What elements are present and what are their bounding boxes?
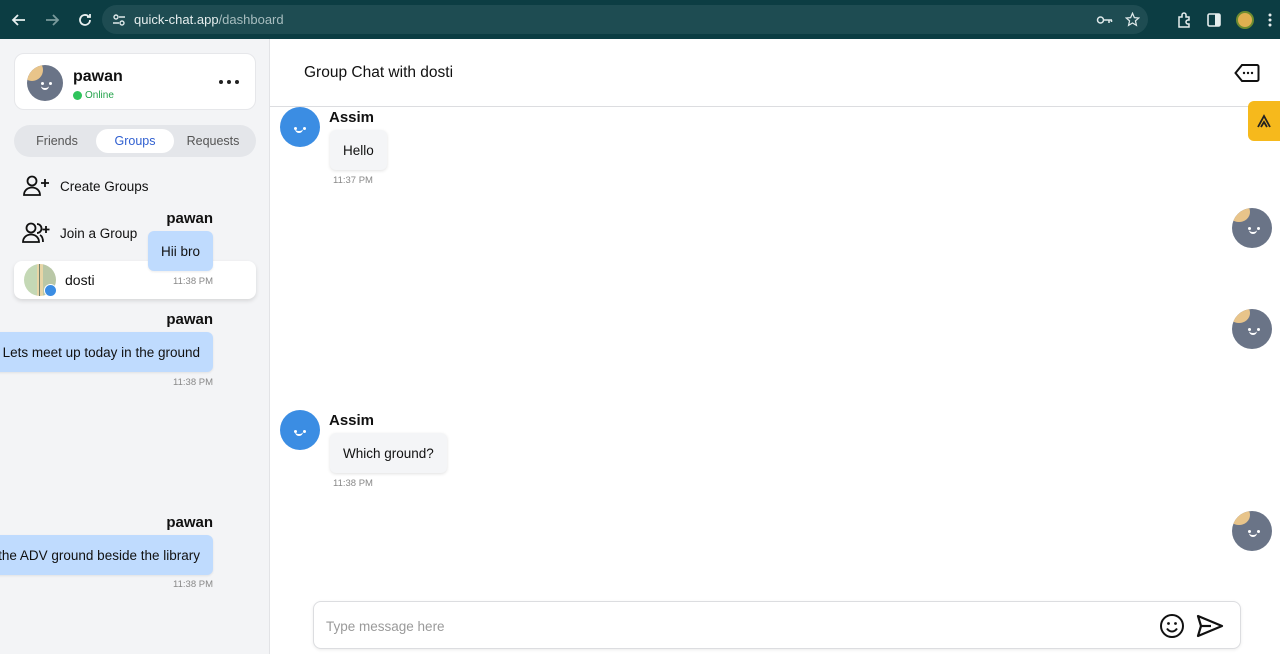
arrow-right-icon: [46, 13, 60, 26]
message-time: 11:37 PM: [333, 175, 373, 186]
dot: [227, 80, 231, 84]
emoji-icon[interactable]: [1159, 613, 1185, 639]
forward-button[interactable]: [37, 5, 67, 35]
message-sender: Assim: [329, 412, 375, 429]
avatar-mouth: [295, 129, 303, 133]
group-name: dosti: [65, 272, 95, 288]
current-user-card: pawan Online: [14, 53, 256, 110]
create-groups-button[interactable]: Create Groups: [22, 175, 149, 197]
site-settings-icon[interactable]: [104, 13, 134, 27]
star-icon[interactable]: [1125, 12, 1140, 27]
key-icon[interactable]: [1096, 14, 1113, 26]
dot: [219, 80, 223, 84]
message-sender: Assim: [329, 109, 375, 126]
group-badge-icon: [44, 284, 57, 297]
dot: [235, 80, 239, 84]
avatar-eye: [303, 430, 306, 433]
avatar-eye: [49, 82, 52, 85]
add-users-icon: [22, 222, 50, 243]
online-dot-icon: [73, 91, 82, 100]
avatar-mouth: [1249, 230, 1257, 234]
avatar-mouth: [1249, 331, 1257, 335]
reload-icon: [79, 13, 91, 26]
more-options-button[interactable]: [219, 74, 239, 90]
message-bubble: Lets meet up today in the ground: [0, 332, 213, 372]
avatar-mouth: [41, 86, 49, 90]
url-text: quick-chat.app/dashboard: [134, 12, 284, 27]
join-group-button[interactable]: Join a Group: [22, 222, 137, 244]
avatar-eye: [41, 82, 44, 85]
message-time: 11:38 PM: [173, 377, 213, 388]
kebab-menu-icon[interactable]: [1268, 12, 1272, 28]
message-input[interactable]: [326, 614, 1146, 638]
create-groups-label: Create Groups: [60, 178, 149, 194]
avatar[interactable]: [27, 65, 63, 101]
tab-groups[interactable]: Groups: [96, 129, 174, 153]
message-composer: [313, 601, 1241, 649]
message-time: 11:38 PM: [173, 276, 213, 287]
message-sender: pawan: [166, 311, 213, 328]
message-sender: pawan: [166, 210, 213, 227]
message-time: 11:38 PM: [173, 579, 213, 590]
back-button[interactable]: [4, 5, 34, 35]
group-avatar-line: [39, 264, 40, 296]
avatar-mouth: [295, 432, 303, 436]
send-icon[interactable]: [1196, 614, 1224, 638]
url-path: /dashboard: [218, 12, 284, 27]
tab-friends[interactable]: Friends: [18, 129, 96, 153]
chevron-up-icon: [1257, 114, 1271, 128]
avatar-eye: [1257, 227, 1260, 230]
avatar-eye: [1257, 530, 1260, 533]
url-host: quick-chat.app: [134, 12, 219, 27]
add-user-icon: [23, 175, 49, 196]
extensions-icon[interactable]: [1176, 11, 1192, 28]
arrow-left-icon: [11, 13, 25, 26]
tab-requests[interactable]: Requests: [174, 129, 252, 153]
group-item-dosti[interactable]: dosti: [14, 261, 256, 299]
avatar: [280, 410, 320, 450]
current-user-name: pawan: [73, 68, 123, 85]
avatar: [1232, 511, 1272, 551]
message-time: 11:38 PM: [333, 478, 373, 489]
message-bubble: In the ADV ground beside the library: [0, 535, 213, 575]
message-bubble: Hii bro: [147, 231, 213, 271]
address-bar[interactable]: quick-chat.app/dashboard: [102, 5, 1148, 34]
online-status: Online: [73, 90, 114, 101]
message-bubble: Which ground?: [330, 433, 447, 473]
message-bubble: Hello: [330, 130, 387, 170]
join-group-label: Join a Group: [60, 225, 138, 241]
avatar: [280, 107, 320, 147]
avatar-eye: [1257, 328, 1260, 331]
side-panel-icon[interactable]: [1206, 12, 1222, 28]
avatar-eye: [303, 127, 306, 130]
label-tag-icon[interactable]: [1234, 63, 1260, 83]
profile-avatar[interactable]: [1236, 10, 1254, 29]
chat-panel: Group Chat with dosti Assim Hello 11:37 …: [0, 39, 1280, 654]
avatar-mouth: [1249, 533, 1257, 537]
group-avatar: [24, 264, 57, 297]
chat-header: Group Chat with dosti: [270, 39, 1280, 107]
reload-button[interactable]: [70, 5, 100, 35]
chat-title: Group Chat with dosti: [304, 64, 454, 81]
message-sender: pawan: [166, 514, 213, 531]
floating-extension-tab[interactable]: [1248, 101, 1280, 141]
avatar: [1232, 208, 1272, 248]
browser-toolbar: quick-chat.app/dashboard: [0, 0, 1280, 39]
sidebar-tabs: Friends Groups Requests: [14, 125, 256, 157]
avatar: [1232, 309, 1272, 349]
online-status-label: Online: [85, 90, 114, 101]
